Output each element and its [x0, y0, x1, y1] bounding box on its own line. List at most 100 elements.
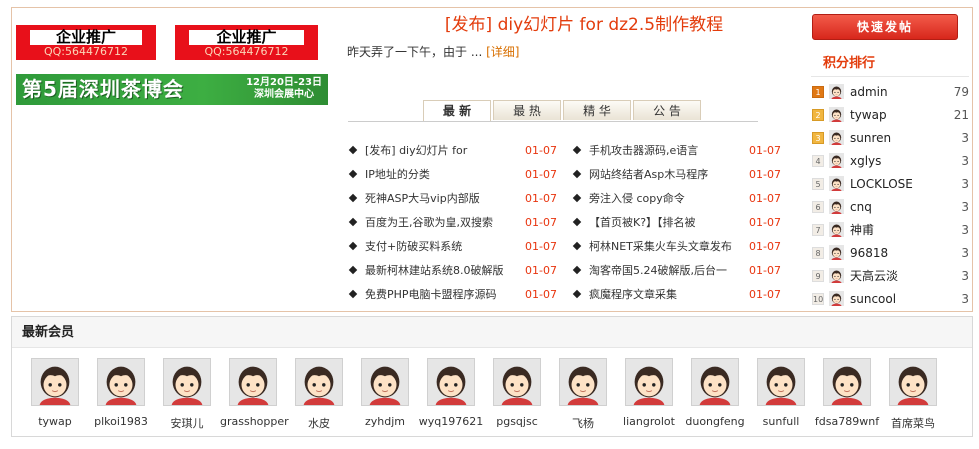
member-item[interactable]: sunfull — [748, 358, 814, 431]
list-item-title[interactable]: 疯魔程序文章采集 — [589, 286, 741, 302]
member-name[interactable]: 安琪儿 — [154, 415, 220, 431]
rank-username[interactable]: admin — [850, 85, 954, 99]
list-item-title[interactable]: 网站终结者Asp木马程序 — [589, 166, 741, 182]
rank-username[interactable]: suncool — [850, 292, 961, 306]
tab-hot[interactable]: 最 热 — [493, 100, 561, 120]
ranking-row[interactable]: 2 tywap 21 — [812, 103, 969, 126]
rank-username[interactable]: tywap — [850, 108, 954, 122]
avatar[interactable] — [757, 358, 805, 406]
list-item[interactable]: 疯魔程序文章采集 01-07 — [572, 282, 782, 306]
detail-link[interactable]: [详细] — [486, 45, 519, 59]
member-item[interactable]: grasshopper — [220, 358, 289, 431]
ranking-row[interactable]: 4 xglys 3 — [812, 149, 969, 172]
rank-username[interactable]: 96818 — [850, 246, 961, 260]
list-item[interactable]: 网站终结者Asp木马程序 01-07 — [572, 162, 782, 186]
member-item[interactable]: tywap — [22, 358, 88, 431]
list-item-title[interactable]: 死神ASP大马vip内部版 — [365, 190, 517, 206]
list-item[interactable]: 淘客帝国5.24破解版,后台一 01-07 — [572, 258, 782, 282]
avatar[interactable] — [163, 358, 211, 406]
list-item-title[interactable]: 免费PHP电脑卡盟程序源码 — [365, 286, 517, 302]
list-item-title[interactable]: 【首页被K?】【排名被 — [589, 214, 741, 230]
list-item[interactable]: 【首页被K?】【排名被 01-07 — [572, 210, 782, 234]
list-item[interactable]: IP地址的分类 01-07 — [348, 162, 558, 186]
list-item[interactable]: [发布] diy幻灯片 for 01-07 — [348, 138, 558, 162]
avatar[interactable] — [691, 358, 739, 406]
ranking-row[interactable]: 8 96818 3 — [812, 241, 969, 264]
avatar[interactable] — [427, 358, 475, 406]
list-item[interactable]: 最新柯林建站系统8.0破解版 01-07 — [348, 258, 558, 282]
avatar[interactable] — [823, 358, 871, 406]
list-item[interactable]: 免费PHP电脑卡盟程序源码 01-07 — [348, 282, 558, 306]
member-name[interactable]: plkoi1983 — [88, 415, 154, 428]
member-item[interactable]: fdsa789wnf — [814, 358, 880, 431]
list-item[interactable]: 支付+防破买料系统 01-07 — [348, 234, 558, 258]
tab-notice[interactable]: 公 告 — [633, 100, 701, 120]
member-item[interactable]: 安琪儿 — [154, 358, 220, 431]
member-name[interactable]: grasshopper — [220, 415, 289, 428]
avatar[interactable] — [31, 358, 79, 406]
member-item[interactable]: 水皮 — [286, 358, 352, 431]
ranking-row[interactable]: 6 cnq 3 — [812, 195, 969, 218]
list-item-title[interactable]: 手机攻击器源码,e语言 — [589, 142, 741, 158]
rank-username[interactable]: 神甫 — [850, 221, 961, 238]
list-item-title[interactable]: IP地址的分类 — [365, 166, 517, 182]
avatar[interactable] — [493, 358, 541, 406]
member-name[interactable]: tywap — [22, 415, 88, 428]
avatar[interactable] — [889, 358, 937, 406]
member-item[interactable]: 首席菜鸟 — [880, 358, 946, 431]
member-name[interactable]: 首席菜鸟 — [880, 415, 946, 431]
ad-banner-1[interactable]: 企业推广 QQ:564476712 — [16, 25, 156, 60]
member-name[interactable]: pgsqjsc — [484, 415, 550, 428]
ranking-row[interactable]: 10 suncool 3 — [812, 287, 969, 310]
avatar[interactable] — [295, 358, 343, 406]
rank-username[interactable]: LOCKLOSE — [850, 177, 961, 191]
member-item[interactable]: duongfeng — [682, 358, 748, 431]
ranking-row[interactable]: 3 sunren 3 — [812, 126, 969, 149]
quick-post-button[interactable]: 快速发帖 — [812, 14, 958, 40]
member-item[interactable]: liangrolot — [616, 358, 682, 431]
list-item[interactable]: 柯林NET采集火车头文章发布 01-07 — [572, 234, 782, 258]
tab-digest[interactable]: 精 华 — [563, 100, 631, 120]
headline-title[interactable]: [发布] diy幻灯片 for dz2.5制作教程 — [359, 14, 809, 36]
list-item-title[interactable]: 柯林NET采集火车头文章发布 — [589, 238, 741, 254]
member-item[interactable]: wyq197621 — [418, 358, 484, 431]
member-name[interactable]: fdsa789wnf — [814, 415, 880, 428]
member-item[interactable]: pgsqjsc — [484, 358, 550, 431]
rank-username[interactable]: 天高云淡 — [850, 267, 961, 284]
member-item[interactable]: 飞杨 — [550, 358, 616, 431]
list-item-title[interactable]: [发布] diy幻灯片 for — [365, 142, 517, 158]
rank-username[interactable]: sunren — [850, 131, 961, 145]
ad-banner-2[interactable]: 企业推广 QQ:564476712 — [175, 25, 318, 60]
avatar[interactable] — [559, 358, 607, 406]
member-name[interactable]: liangrolot — [616, 415, 682, 428]
rank-username[interactable]: xglys — [850, 154, 961, 168]
list-item[interactable]: 手机攻击器源码,e语言 01-07 — [572, 138, 782, 162]
ranking-row[interactable]: 5 LOCKLOSE 3 — [812, 172, 969, 195]
tab-latest[interactable]: 最 新 — [423, 100, 491, 122]
ranking-row[interactable]: 7 神甫 3 — [812, 218, 969, 241]
list-item-title[interactable]: 淘客帝国5.24破解版,后台一 — [589, 262, 741, 278]
member-name[interactable]: duongfeng — [682, 415, 748, 428]
list-item[interactable]: 旁注入侵 copy命令 01-07 — [572, 186, 782, 210]
list-item-title[interactable]: 百度为王,谷歌为皇,双搜索 — [365, 214, 517, 230]
member-item[interactable]: zyhdjm — [352, 358, 418, 431]
list-item[interactable]: 百度为王,谷歌为皇,双搜索 01-07 — [348, 210, 558, 234]
list-item-title[interactable]: 支付+防破买料系统 — [365, 238, 517, 254]
avatar[interactable] — [625, 358, 673, 406]
member-name[interactable]: 水皮 — [286, 415, 352, 431]
avatar[interactable] — [97, 358, 145, 406]
list-item-title[interactable]: 旁注入侵 copy命令 — [589, 190, 741, 206]
avatar[interactable] — [361, 358, 409, 406]
ranking-row[interactable]: 1 admin 79 — [812, 80, 969, 103]
avatar[interactable] — [229, 358, 277, 406]
ranking-row[interactable]: 9 天高云淡 3 — [812, 264, 969, 287]
member-name[interactable]: sunfull — [748, 415, 814, 428]
member-name[interactable]: zyhdjm — [352, 415, 418, 428]
member-item[interactable]: plkoi1983 — [88, 358, 154, 431]
list-item-title[interactable]: 最新柯林建站系统8.0破解版 — [365, 262, 517, 278]
list-item[interactable]: 死神ASP大马vip内部版 01-07 — [348, 186, 558, 210]
rank-username[interactable]: cnq — [850, 200, 961, 214]
expo-banner[interactable]: 第5届深圳茶博会 12月20日-23日 深圳会展中心 — [16, 74, 328, 105]
member-name[interactable]: 飞杨 — [550, 415, 616, 431]
member-name[interactable]: wyq197621 — [418, 415, 484, 428]
